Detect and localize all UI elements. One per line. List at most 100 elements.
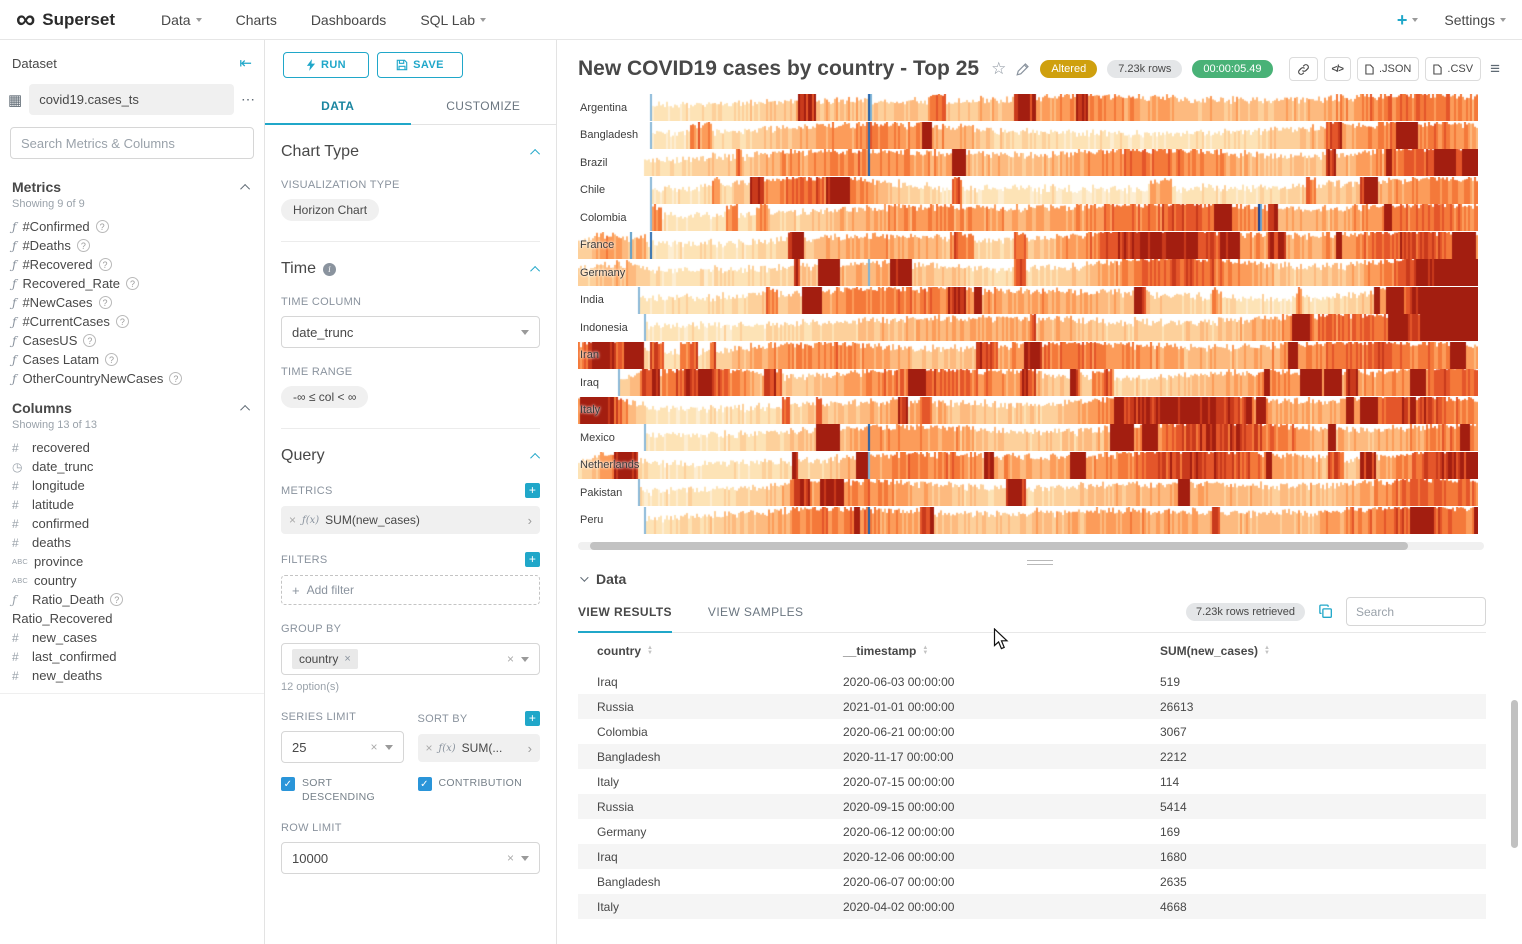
column-header-sum-new_cases-[interactable]: SUM(new_cases)▲▼ xyxy=(1141,644,1486,658)
column-item[interactable]: confirmed xyxy=(0,514,264,533)
horizon-row[interactable]: Bangladesh xyxy=(578,122,1478,150)
horizon-row[interactable]: Pakistan xyxy=(578,479,1478,507)
horizon-row[interactable]: Indonesia xyxy=(578,314,1478,342)
settings-menu[interactable]: Settings xyxy=(1444,12,1506,28)
horizon-row[interactable]: Colombia xyxy=(578,204,1478,232)
add-new-button[interactable]: + xyxy=(1397,11,1419,29)
series-limit-select[interactable]: 25 xyxy=(281,731,404,763)
table-row[interactable]: Russia2021-01-01 00:00:0026613 xyxy=(578,694,1486,719)
table-row[interactable]: Colombia2020-06-21 00:00:003067 xyxy=(578,719,1486,744)
horizon-row[interactable]: Peru xyxy=(578,507,1478,535)
embed-code-button[interactable]: </> xyxy=(1324,57,1351,81)
contribution-checkbox[interactable]: CONTRIBUTION xyxy=(418,777,541,804)
remove-sort-icon[interactable] xyxy=(426,742,433,754)
remove-metric-icon[interactable] xyxy=(289,514,296,526)
scrollbar-thumb[interactable] xyxy=(590,542,1408,550)
export-json-button[interactable]: .JSON xyxy=(1357,57,1419,81)
superset-brand[interactable]: Superset xyxy=(16,6,115,33)
metric-item[interactable]: #CurrentCases xyxy=(0,312,264,331)
horizon-row[interactable]: Iran xyxy=(578,342,1478,370)
horizontal-scrollbar[interactable] xyxy=(578,542,1484,550)
nav-item-charts[interactable]: Charts xyxy=(236,12,277,28)
time-range-pill[interactable]: -∞ ≤ col < ∞ xyxy=(281,386,368,408)
horizon-row[interactable]: Germany xyxy=(578,259,1478,287)
clear-select-icon[interactable] xyxy=(507,852,514,864)
metric-item[interactable]: OtherCountryNewCases xyxy=(0,369,264,388)
clear-select-icon[interactable] xyxy=(507,653,514,665)
dataset-options-icon[interactable] xyxy=(241,91,256,108)
horizon-row[interactable]: India xyxy=(578,287,1478,315)
metric-item[interactable]: Recovered_Rate xyxy=(0,274,264,293)
column-item[interactable]: deaths xyxy=(0,533,264,552)
results-search-input[interactable] xyxy=(1346,597,1486,626)
horizon-row[interactable]: Netherlands xyxy=(578,452,1478,480)
time-column-select[interactable]: date_trunc xyxy=(281,316,540,348)
table-row[interactable]: Iraq2020-12-06 00:00:001680 xyxy=(578,844,1486,869)
copy-data-button[interactable] xyxy=(1318,604,1333,619)
query-header[interactable]: Query xyxy=(281,447,540,465)
column-item[interactable]: country xyxy=(0,571,264,590)
table-row[interactable]: Russia2020-09-15 00:00:005414 xyxy=(578,794,1486,819)
table-row[interactable]: Bangladesh2020-11-17 00:00:002212 xyxy=(578,744,1486,769)
data-panel-toggle[interactable]: Data xyxy=(580,571,1522,587)
column-item[interactable]: Ratio_Death xyxy=(0,590,264,609)
add-sort-button[interactable] xyxy=(525,711,540,726)
column-header-country[interactable]: country▲▼ xyxy=(578,644,824,658)
vertical-scrollbar-thumb[interactable] xyxy=(1511,700,1518,848)
sort-icon[interactable]: ▲▼ xyxy=(647,646,653,656)
horizon-row[interactable]: Chile xyxy=(578,177,1478,205)
run-button[interactable]: RUN xyxy=(283,52,369,78)
sort-icon[interactable]: ▲▼ xyxy=(1264,646,1270,656)
horizon-row[interactable]: Mexico xyxy=(578,424,1478,452)
column-item[interactable]: last_confirmed xyxy=(0,647,264,666)
table-row[interactable]: Bangladesh2020-06-07 00:00:002635 xyxy=(578,869,1486,894)
panel-resize-handle[interactable] xyxy=(557,550,1522,569)
table-row[interactable]: Germany2020-06-12 00:00:00169 xyxy=(578,819,1486,844)
column-item[interactable]: date_trunc xyxy=(0,457,264,476)
sort-descending-checkbox[interactable]: SORT DESCENDING xyxy=(281,777,404,804)
column-item[interactable]: province xyxy=(0,552,264,571)
save-button[interactable]: SAVE xyxy=(377,52,463,78)
collapse-metrics-icon[interactable] xyxy=(240,183,250,193)
horizon-row[interactable]: Brazil xyxy=(578,149,1478,177)
tab-view-results[interactable]: VIEW RESULTS xyxy=(578,591,672,632)
table-row[interactable]: Italy2020-07-15 00:00:00114 xyxy=(578,769,1486,794)
metric-item[interactable]: #Confirmed xyxy=(0,217,264,236)
nav-item-data[interactable]: Data xyxy=(161,12,202,28)
horizon-row[interactable]: Italy xyxy=(578,397,1478,425)
horizon-row[interactable]: France xyxy=(578,232,1478,260)
column-item[interactable]: latitude xyxy=(0,495,264,514)
tab-view-samples[interactable]: VIEW SAMPLES xyxy=(708,591,804,632)
group-by-select[interactable]: country xyxy=(281,643,540,675)
search-metrics-input[interactable] xyxy=(10,127,254,159)
remove-tag-icon[interactable] xyxy=(344,654,350,665)
column-item[interactable]: longitude xyxy=(0,476,264,495)
altered-badge[interactable]: Altered xyxy=(1040,60,1097,78)
add-metric-button[interactable] xyxy=(525,483,540,498)
column-header-__timestamp[interactable]: __timestamp▲▼ xyxy=(824,644,1141,658)
sort-icon[interactable]: ▲▼ xyxy=(922,646,928,656)
column-item[interactable]: new_deaths xyxy=(0,666,264,685)
metric-item[interactable]: #Deaths xyxy=(0,236,264,255)
viz-type-pill[interactable]: Horizon Chart xyxy=(281,199,379,221)
favorite-star-icon[interactable] xyxy=(991,59,1006,79)
chart-type-header[interactable]: Chart Type xyxy=(281,143,540,161)
sort-by-chip[interactable]: SUM(... xyxy=(418,734,541,762)
table-row[interactable]: Iraq2020-06-03 00:00:00519 xyxy=(578,669,1486,694)
add-filter-dropzone[interactable]: Add filter xyxy=(281,575,540,605)
export-csv-button[interactable]: .CSV xyxy=(1425,57,1481,81)
column-item[interactable]: new_cases xyxy=(0,628,264,647)
metric-item[interactable]: #Recovered xyxy=(0,255,264,274)
metric-item[interactable]: Cases Latam xyxy=(0,350,264,369)
clear-select-icon[interactable] xyxy=(370,741,377,753)
dataset-name[interactable]: covid19.cases_ts xyxy=(29,84,234,115)
group-by-tag[interactable]: country xyxy=(292,649,358,669)
chart-menu-icon[interactable] xyxy=(1490,59,1500,79)
row-limit-select[interactable]: 10000 xyxy=(281,842,540,874)
collapse-columns-icon[interactable] xyxy=(240,404,250,414)
column-item[interactable]: recovered xyxy=(0,438,264,457)
table-row[interactable]: Italy2020-04-02 00:00:004668 xyxy=(578,894,1486,919)
column-item[interactable]: Ratio_Recovered xyxy=(0,609,264,628)
add-filter-button[interactable] xyxy=(525,552,540,567)
share-link-button[interactable] xyxy=(1289,57,1318,81)
